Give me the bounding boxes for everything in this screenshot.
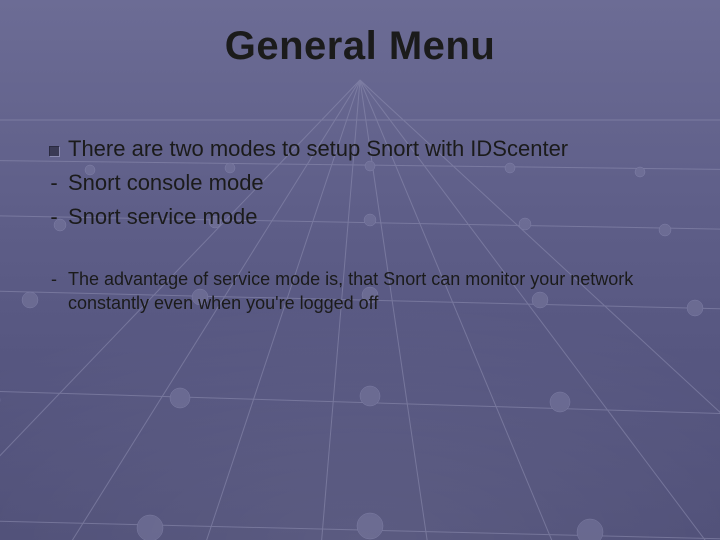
spacer — [40, 237, 680, 267]
dash-bullet-icon: - — [40, 169, 68, 197]
slide: General Menu There are two modes to setu… — [0, 0, 720, 540]
bullet-line: - Snort console mode — [40, 169, 680, 197]
body-text: Snort console mode — [68, 169, 680, 197]
square-bullet-icon — [40, 135, 68, 163]
bullet-line: - Snort service mode — [40, 203, 680, 231]
slide-title: General Menu — [0, 24, 720, 69]
body-text: The advantage of service mode is, that S… — [68, 267, 680, 315]
body-text: Snort service mode — [68, 203, 680, 231]
body-text: There are two modes to setup Snort with … — [68, 135, 680, 163]
slide-body: There are two modes to setup Snort with … — [40, 135, 680, 321]
dash-bullet-icon: - — [40, 267, 68, 291]
bullet-line: There are two modes to setup Snort with … — [40, 135, 680, 163]
bullet-line: - The advantage of service mode is, that… — [40, 267, 680, 315]
dash-bullet-icon: - — [40, 203, 68, 231]
